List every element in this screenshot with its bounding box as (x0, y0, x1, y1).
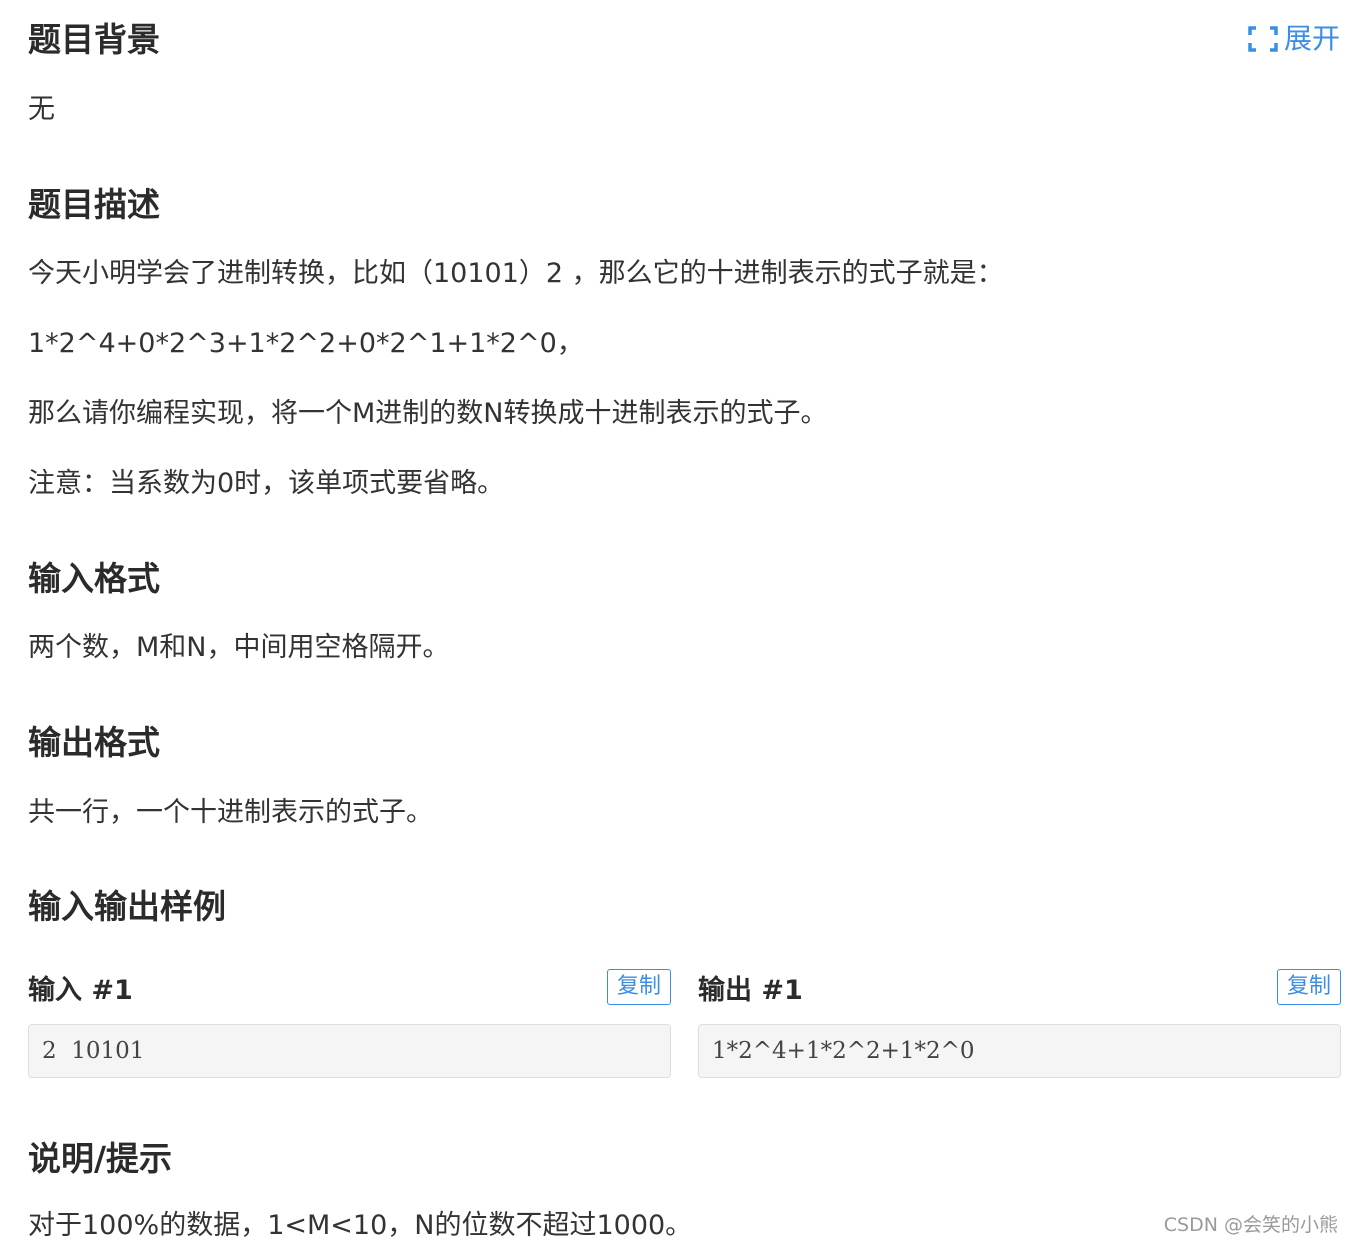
copy-output-button[interactable]: 复制 (1276, 969, 1341, 1005)
description-heading: 题目描述 (28, 185, 160, 224)
expand-label: 展开 (1283, 22, 1340, 55)
sample-input: 输入 #1 复制 2 10101 (28, 966, 671, 1078)
description-line: 那么请你编程实现，将一个M进制的数N转换成十进制表示的式子。 (28, 398, 828, 429)
output-format-text: 共一行，一个十进制表示的式子。 (28, 797, 433, 828)
copy-input-button[interactable]: 复制 (606, 969, 671, 1005)
problem-page: 题目背景 展开 无 题目描述 今天小明学会了进制转换，比如（10101）2 ，那… (28, 0, 1341, 1245)
input-format-text: 两个数，M和N，中间用空格隔开。 (28, 632, 450, 663)
expand-button[interactable]: 展开 (1248, 20, 1340, 58)
samples-heading: 输入输出样例 (28, 887, 226, 926)
sample-output-label: 输出 #1 (698, 975, 803, 1006)
background-text: 无 (28, 94, 55, 125)
sample-output-content: 1*2^4+1*2^2+1*2^0 (712, 1038, 975, 1064)
sample-input-content: 2 10101 (42, 1038, 145, 1064)
sample-input-label: 输入 #1 (28, 975, 133, 1006)
background-heading: 题目背景 (28, 20, 160, 59)
output-format-heading: 输出格式 (28, 723, 160, 762)
description-note: 注意：当系数为0时，该单项式要省略。 (28, 468, 505, 499)
input-format-heading: 输入格式 (28, 559, 160, 598)
description-formula: 1*2^4+0*2^3+1*2^2+0*2^1+1*2^0， (28, 328, 584, 359)
sample-input-box[interactable]: 2 10101 (28, 1024, 671, 1078)
fullscreen-icon (1248, 26, 1278, 52)
sample-output: 输出 #1 复制 1*2^4+1*2^2+1*2^0 (698, 966, 1341, 1078)
description-line: 今天小明学会了进制转换，比如（10101）2 ，那么它的十进制表示的式子就是： (28, 258, 1004, 289)
csdn-watermark: CSDN @会笑的小熊 (1163, 1214, 1338, 1236)
hint-heading: 说明/提示 (28, 1139, 173, 1178)
hint-text: 对于100%的数据，1<M<10，N的位数不超过1000。 (28, 1210, 693, 1241)
sample-output-box[interactable]: 1*2^4+1*2^2+1*2^0 (698, 1024, 1341, 1078)
